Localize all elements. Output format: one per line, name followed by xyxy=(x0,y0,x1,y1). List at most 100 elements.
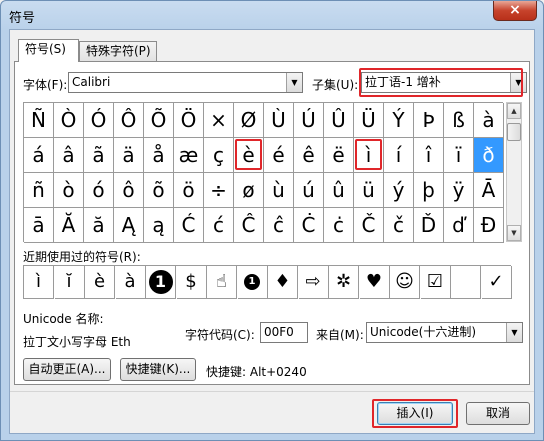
symbol-cell[interactable]: ô xyxy=(114,173,144,208)
symbol-cell[interactable]: Þ xyxy=(414,103,444,138)
recent-symbol-cell[interactable]: ✲ xyxy=(329,266,359,299)
symbol-cell[interactable]: Ö xyxy=(174,103,204,138)
symbol-cell[interactable]: č xyxy=(384,208,414,243)
scroll-thumb[interactable] xyxy=(507,123,521,141)
symbol-cell[interactable]: Đ xyxy=(474,208,504,243)
symbol-cell[interactable]: ñ xyxy=(24,173,54,208)
symbol-cell[interactable]: ú xyxy=(294,173,324,208)
symbol-cell[interactable]: ÷ xyxy=(204,173,234,208)
symbol-cell[interactable]: ă xyxy=(84,208,114,243)
recent-symbol-cell[interactable]: ☑ xyxy=(420,266,451,299)
symbol-cell[interactable]: ĉ xyxy=(264,208,294,243)
symbol-cell[interactable]: Ñ xyxy=(24,103,54,138)
recent-symbol-cell[interactable]: ĭ xyxy=(54,266,85,299)
recent-symbol-cell[interactable]: ì xyxy=(24,266,54,299)
recent-symbol-cell[interactable]: è xyxy=(85,266,115,299)
symbol-cell[interactable]: ā xyxy=(24,208,54,243)
autocorrect-button[interactable]: 自动更正(A)... xyxy=(23,358,111,381)
recent-symbol-cell[interactable] xyxy=(451,266,481,299)
symbol-cell[interactable]: í xyxy=(384,138,414,173)
chevron-down-icon[interactable]: ▼ xyxy=(510,73,526,92)
symbol-cell[interactable]: Ù xyxy=(264,103,294,138)
symbol-cell[interactable]: ć xyxy=(204,208,234,243)
recent-symbol-cell[interactable]: $ xyxy=(176,266,207,299)
symbol-cell[interactable]: â xyxy=(54,138,84,173)
chevron-down-icon[interactable]: ▼ xyxy=(286,73,302,92)
recent-symbol-cell[interactable]: ⇨ xyxy=(298,266,329,299)
symbol-cell[interactable]: ð xyxy=(474,138,504,173)
symbol-scrollbar[interactable]: ▲ ▼ xyxy=(506,102,522,242)
symbol-cell[interactable]: ß xyxy=(444,103,474,138)
insert-button[interactable]: 插入(I) xyxy=(377,402,453,425)
from-dropdown[interactable]: Unicode(十六进制) ▼ xyxy=(366,322,523,343)
symbol-cell[interactable]: Ă xyxy=(54,208,84,243)
recent-symbol-cell[interactable]: 1 xyxy=(237,266,268,299)
symbol-cell[interactable]: ø xyxy=(234,173,264,208)
symbol-cell[interactable]: ã xyxy=(84,138,114,173)
symbol-cell[interactable]: Ó xyxy=(84,103,114,138)
symbol-cell[interactable]: ċ xyxy=(324,208,354,243)
symbol-cell[interactable]: ď xyxy=(444,208,474,243)
symbol-cell[interactable]: Ô xyxy=(114,103,144,138)
symbol-cell[interactable]: ï xyxy=(444,138,474,173)
unicode-name-label: Unicode 名称: xyxy=(23,312,104,326)
symbol-cell[interactable]: Ø xyxy=(234,103,264,138)
close-button[interactable]: × xyxy=(493,1,537,21)
symbol-cell[interactable]: Ć xyxy=(174,208,204,243)
recent-symbol-cell[interactable]: 1 xyxy=(146,266,176,299)
font-dropdown[interactable]: Calibri ▼ xyxy=(68,72,303,93)
cancel-button[interactable]: 取消 xyxy=(466,402,530,425)
tab-symbols[interactable]: 符号(S) xyxy=(18,39,79,62)
subset-dropdown[interactable]: 拉丁语-1 增补 ▼ xyxy=(361,72,527,93)
symbol-cell[interactable]: ÿ xyxy=(444,173,474,208)
scroll-up-icon[interactable]: ▲ xyxy=(507,103,521,119)
symbol-cell[interactable]: ë xyxy=(324,138,354,173)
symbol-cell[interactable]: ê xyxy=(294,138,324,173)
symbol-cell[interactable]: × xyxy=(204,103,234,138)
symbol-cell[interactable]: Ý xyxy=(384,103,414,138)
symbol-cell[interactable]: ö xyxy=(174,173,204,208)
symbol-cell[interactable]: ą xyxy=(144,208,174,243)
symbol-cell[interactable]: á xyxy=(24,138,54,173)
recent-symbol-cell[interactable]: ✓ xyxy=(481,266,512,299)
symbol-cell[interactable]: é xyxy=(264,138,294,173)
font-value: Calibri xyxy=(72,75,111,89)
shortcut-key-button[interactable]: 快捷键(K)... xyxy=(120,358,196,381)
symbol-cell[interactable]: Č xyxy=(354,208,384,243)
symbol-cell[interactable]: î xyxy=(414,138,444,173)
symbol-cell[interactable]: Ď xyxy=(414,208,444,243)
symbol-cell[interactable]: Û xyxy=(324,103,354,138)
symbol-cell[interactable]: æ xyxy=(174,138,204,173)
chevron-down-icon[interactable]: ▼ xyxy=(506,323,522,342)
symbol-cell[interactable]: ù xyxy=(264,173,294,208)
symbol-cell[interactable]: Ü xyxy=(354,103,384,138)
symbol-cell[interactable]: Ò xyxy=(54,103,84,138)
tab-special-characters[interactable]: 特殊字符(P) xyxy=(79,41,157,61)
symbol-cell[interactable]: Ą xyxy=(114,208,144,243)
recent-symbol-cell[interactable]: ♦ xyxy=(268,266,298,299)
recent-symbol-cell[interactable]: ♥ xyxy=(359,266,390,299)
symbol-cell[interactable]: Ú xyxy=(294,103,324,138)
char-code-input[interactable]: 00F0 xyxy=(260,322,308,343)
recent-symbol-cell[interactable]: à xyxy=(115,266,146,299)
scroll-down-icon[interactable]: ▼ xyxy=(507,225,521,241)
symbol-cell[interactable]: ò xyxy=(54,173,84,208)
symbol-cell[interactable]: ü xyxy=(354,173,384,208)
symbol-cell[interactable]: ý xyxy=(384,173,414,208)
symbol-cell[interactable]: ì xyxy=(354,138,384,173)
symbol-cell[interactable]: ó xyxy=(84,173,114,208)
symbol-cell[interactable]: Ā xyxy=(474,173,504,208)
symbol-cell[interactable]: ç xyxy=(204,138,234,173)
symbol-cell[interactable]: û xyxy=(324,173,354,208)
recent-symbol-cell[interactable]: ☺ xyxy=(390,266,420,299)
recent-symbol-cell[interactable]: ☝ xyxy=(207,266,237,299)
symbol-cell[interactable]: Ċ xyxy=(294,208,324,243)
symbol-cell[interactable]: Ĉ xyxy=(234,208,264,243)
symbol-cell[interactable]: å xyxy=(144,138,174,173)
symbol-cell[interactable]: õ xyxy=(144,173,174,208)
symbol-cell[interactable]: è xyxy=(234,138,264,173)
symbol-cell[interactable]: Õ xyxy=(144,103,174,138)
symbol-cell[interactable]: ä xyxy=(114,138,144,173)
symbol-cell[interactable]: à xyxy=(474,103,504,138)
symbol-cell[interactable]: þ xyxy=(414,173,444,208)
